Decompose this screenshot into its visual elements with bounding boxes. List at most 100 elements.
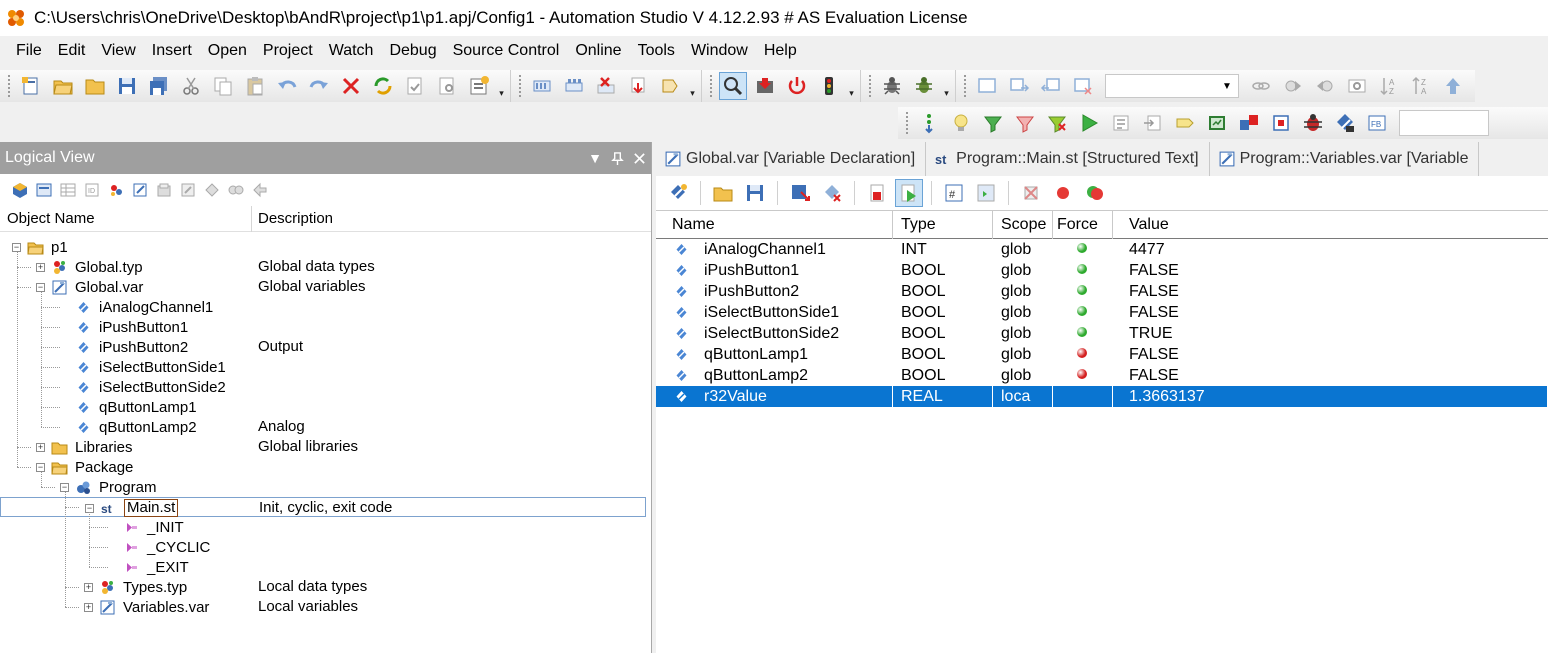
toolbar-search-field[interactable]	[1399, 110, 1489, 136]
tree-node[interactable]: iPushButton2 Output	[0, 337, 646, 357]
toolbar-grip[interactable]	[519, 75, 522, 97]
menu-help[interactable]: Help	[756, 37, 805, 65]
watch-cell-force[interactable]	[1053, 260, 1113, 281]
open-project-icon[interactable]	[49, 72, 77, 100]
watch-cell-name[interactable]: iPushButton1	[656, 260, 893, 281]
debug-icon[interactable]	[878, 72, 906, 100]
cut-icon[interactable]	[177, 72, 205, 100]
breakpoint-icon[interactable]	[1049, 179, 1077, 207]
io-mapping-icon[interactable]	[1235, 109, 1263, 137]
variable-monitor-icon[interactable]	[1331, 109, 1359, 137]
new-project-icon[interactable]	[17, 72, 45, 100]
save-watch-icon[interactable]	[741, 179, 769, 207]
remove-module-icon[interactable]	[592, 72, 620, 100]
document-tag-icon[interactable]	[656, 72, 684, 100]
watch-cell-type[interactable]: INT	[893, 239, 993, 260]
tree-node[interactable]: + Variables.var Local variables	[0, 597, 646, 617]
tree-node[interactable]: + Global.typ Global data types	[0, 257, 646, 277]
monitor-watch-icon[interactable]	[895, 179, 923, 207]
number-format-icon[interactable]: #	[940, 179, 968, 207]
toolbar-grip[interactable]	[869, 75, 872, 97]
watch-cell-type[interactable]: BOOL	[893, 281, 993, 302]
power-icon[interactable]	[783, 72, 811, 100]
menu-tools[interactable]: Tools	[630, 37, 683, 65]
watch-cell-name[interactable]: iSelectButtonSide1	[656, 302, 893, 323]
column-description[interactable]: Description	[252, 206, 333, 232]
toolbar-combo-box[interactable]: ▼	[1105, 74, 1239, 98]
open-folder-icon[interactable]	[81, 72, 109, 100]
watch-cell-force[interactable]	[1053, 302, 1113, 323]
watch-cell-name[interactable]: qButtonLamp1	[656, 344, 893, 365]
save-all-icon[interactable]	[145, 72, 173, 100]
watch-row[interactable]: iPushButton2 BOOL glob FALSE	[656, 281, 1548, 302]
watch-cell-force[interactable]	[1053, 323, 1113, 344]
watch-cell-type[interactable]: BOOL	[893, 365, 993, 386]
column-type[interactable]: Type	[893, 211, 993, 239]
column-object-name[interactable]: Object Name	[0, 205, 252, 232]
menu-window[interactable]: Window	[683, 37, 756, 65]
window-close-icon[interactable]	[1069, 72, 1097, 100]
undo-icon[interactable]	[273, 72, 301, 100]
file-view-icon[interactable]: ID	[81, 179, 103, 201]
copy-icon[interactable]	[209, 72, 237, 100]
watch-cell-name[interactable]: iAnalogChannel1	[656, 239, 893, 260]
warm-restart-icon[interactable]	[815, 72, 843, 100]
close-icon[interactable]	[629, 148, 649, 168]
watch-cell-value[interactable]: 4477	[1113, 239, 1548, 260]
watch-cell-scope[interactable]: glob	[993, 344, 1053, 365]
watch-cell-value[interactable]: FALSE	[1113, 260, 1548, 281]
sort-ascending-icon[interactable]: AZ	[1375, 72, 1403, 100]
collapse-icon[interactable]: −	[12, 242, 21, 252]
step-into-icon[interactable]	[915, 109, 943, 137]
watch-cell-value[interactable]: 1.3663137	[1113, 386, 1548, 407]
delete-icon[interactable]	[337, 72, 365, 100]
watch-cell-type[interactable]: REAL	[893, 386, 993, 407]
toolbar-overflow-button[interactable]: ▾	[497, 73, 506, 99]
watch-cell-scope[interactable]: glob	[993, 323, 1053, 344]
paste-icon[interactable]	[241, 72, 269, 100]
monitor-mode-icon[interactable]	[719, 72, 747, 100]
clear-force-icon[interactable]	[1017, 179, 1045, 207]
menu-watch[interactable]: Watch	[321, 37, 382, 65]
object-properties-icon[interactable]	[33, 179, 55, 201]
menu-online[interactable]: Online	[567, 37, 629, 65]
step-over-icon[interactable]	[1107, 109, 1135, 137]
watch-cell-scope[interactable]: glob	[993, 239, 1053, 260]
watch-cell-force[interactable]	[1053, 281, 1113, 302]
library-add-icon[interactable]	[201, 179, 223, 201]
editor-tab[interactable]: st Program::Main.st [Structured Text]	[926, 142, 1210, 176]
panel-menu-icon[interactable]: ▼	[585, 148, 605, 168]
watch-row[interactable]: iSelectButtonSide2 BOOL glob TRUE	[656, 323, 1548, 344]
step-out-icon[interactable]	[1139, 109, 1167, 137]
lightbulb-icon[interactable]	[947, 109, 975, 137]
tree-node[interactable]: iAnalogChannel1	[0, 297, 646, 317]
properties-icon[interactable]	[465, 72, 493, 100]
refresh-watch-icon[interactable]	[972, 179, 1000, 207]
menu-debug[interactable]: Debug	[381, 37, 444, 65]
chevron-down-icon[interactable]: ▼	[1218, 77, 1236, 95]
watch-cell-scope[interactable]: glob	[993, 281, 1053, 302]
force-value-icon[interactable]	[863, 179, 891, 207]
watch-cell-scope[interactable]: glob	[993, 302, 1053, 323]
watch-cell-name[interactable]: qButtonLamp2	[656, 365, 893, 386]
watch-row[interactable]: iAnalogChannel1 INT glob 4477	[656, 239, 1548, 260]
build-refresh-icon[interactable]	[369, 72, 397, 100]
tree-node[interactable]: iSelectButtonSide1	[0, 357, 646, 377]
tree-node[interactable]: iSelectButtonSide2	[0, 377, 646, 397]
watch-cell-value[interactable]: FALSE	[1113, 365, 1548, 386]
filter-green-icon[interactable]	[979, 109, 1007, 137]
status-indicator-icon[interactable]	[1081, 179, 1109, 207]
tree-node[interactable]: iPushButton1	[0, 317, 646, 337]
watch-cell-name[interactable]: r32Value	[656, 386, 893, 407]
watch-cell-value[interactable]: FALSE	[1113, 302, 1548, 323]
add-object-icon[interactable]	[9, 179, 31, 201]
watch-cell-type[interactable]: BOOL	[893, 344, 993, 365]
pin-icon[interactable]	[607, 148, 627, 168]
reference-add-icon[interactable]	[225, 179, 247, 201]
toolbar-overflow-button[interactable]: ▾	[942, 73, 951, 99]
remove-watch-variable-icon[interactable]	[818, 179, 846, 207]
toolbar-grip[interactable]	[906, 112, 909, 134]
hardware-config-icon[interactable]	[528, 72, 556, 100]
table-view-icon[interactable]	[57, 179, 79, 201]
watch-row[interactable]: qButtonLamp2 BOOL glob FALSE	[656, 365, 1548, 386]
